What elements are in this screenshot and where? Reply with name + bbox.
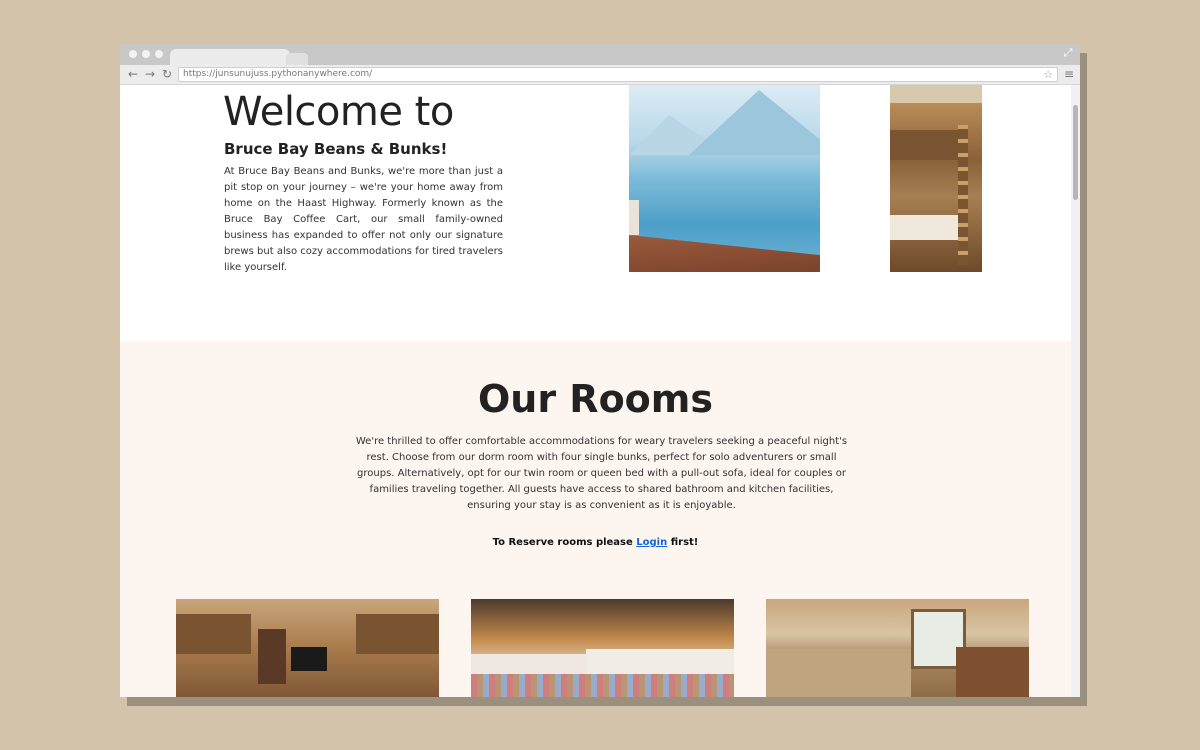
dorm-room-image[interactable] [176,599,439,697]
hero-paragraph: At Bruce Bay Beans and Bunks, we're more… [224,166,503,273]
browser-window: ⤢ ← → ↻ https://junsunujuss.pythonanywhe… [120,44,1080,697]
lake-view-image [629,85,820,272]
bunk-left-shape [176,614,251,654]
url-text: https://junsunujuss.pythonanywhere.com/ [183,69,373,79]
reload-icon[interactable]: ↻ [160,67,174,81]
bunk-room-image [890,85,982,272]
ceiling-shape [890,85,982,103]
bookmark-star-icon[interactable]: ☆ [1043,68,1053,81]
browser-tab[interactable] [170,49,290,65]
window-close-dot[interactable] [129,50,137,58]
login-link[interactable]: Login [636,537,667,548]
queen-room-image[interactable] [766,599,1029,697]
rooms-section: Our Rooms We're thrilled to offer comfor… [120,341,1071,697]
hero-section: Welcome to Bruce Bay Beans & Bunks! At B… [120,85,1071,341]
hero-subtitle: Bruce Bay Beans & Bunks! [224,140,448,158]
rooms-paragraph: We're thrilled to offer comfortable acco… [355,436,848,511]
scrollbar-thumb[interactable] [1073,105,1078,200]
browser-titlebar: ⤢ [120,44,1080,65]
coffee-cup-shape [629,200,639,235]
mountain-shape [689,90,820,155]
vertical-scrollbar[interactable] [1071,85,1080,697]
desk-shape [956,647,1029,697]
tv-shape [291,647,327,671]
window-controls [129,50,163,58]
room-window-shape [258,629,286,684]
reserve-prefix: To Reserve rooms please [492,537,633,548]
top-bunk-shape [890,130,960,160]
bunk-right-shape [356,614,439,654]
forward-arrow-icon[interactable]: → [143,67,157,81]
queen-bed-shape [766,649,911,697]
new-tab-button[interactable] [286,53,308,65]
twin-room-image[interactable] [471,599,734,697]
hero-title: Welcome to [223,89,454,135]
window-minimize-dot[interactable] [142,50,150,58]
page-viewport: Welcome to Bruce Bay Beans & Bunks! At B… [120,85,1080,697]
bottom-bunk-shape [890,215,960,240]
window-maximize-dot[interactable] [155,50,163,58]
rooms-title: Our Rooms [477,377,713,421]
fullscreen-icon[interactable]: ⤢ [1062,47,1074,59]
blanket-shape [471,674,734,697]
back-arrow-icon[interactable]: ← [126,67,140,81]
address-bar[interactable]: https://junsunujuss.pythonanywhere.com/ … [178,67,1058,82]
menu-icon[interactable]: ≡ [1063,67,1075,81]
ladder-shape [958,125,968,265]
reserve-suffix: first! [670,537,699,548]
reserve-notice: To Reserve rooms please Login first! [120,537,1071,548]
wooden-deck-shape [629,235,820,272]
browser-toolbar: ← → ↻ https://junsunujuss.pythonanywhere… [120,65,1080,85]
